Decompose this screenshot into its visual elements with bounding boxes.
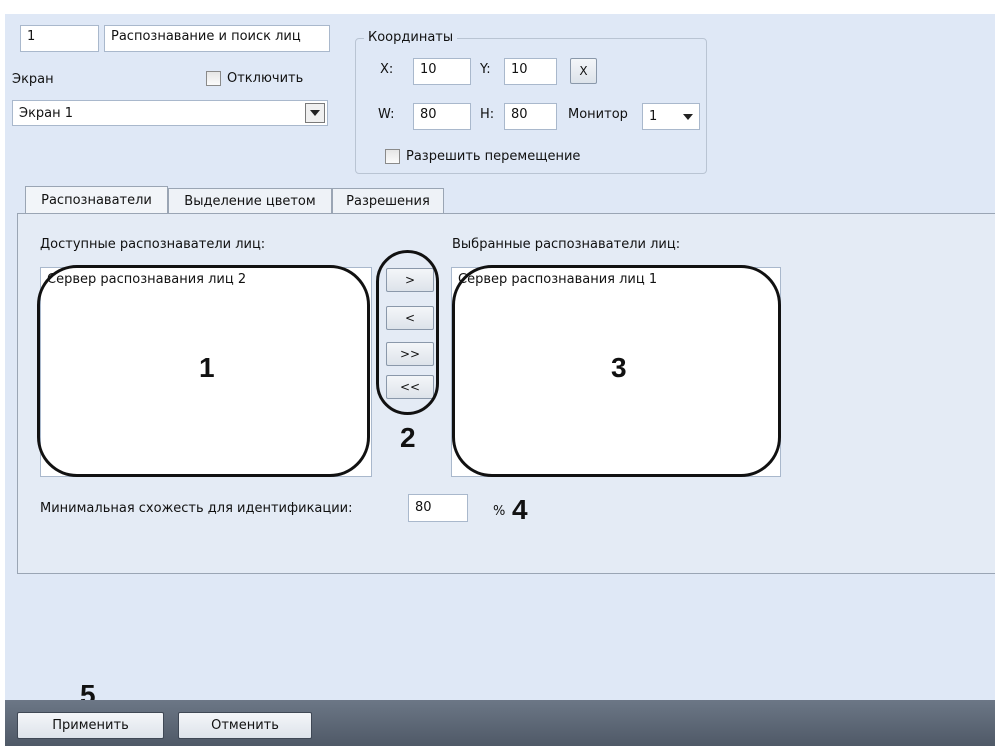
coordinates-title: Координаты bbox=[364, 30, 458, 45]
monitor-label: Монитор bbox=[568, 107, 628, 122]
percent-sign: % bbox=[493, 504, 506, 519]
allow-move-label: Разрешить перемещение bbox=[406, 149, 581, 164]
monitor-select-value: 1 bbox=[649, 109, 658, 124]
screen-select[interactable]: Экран 1 bbox=[12, 100, 328, 126]
tab-recognizers[interactable]: Распознаватели bbox=[25, 186, 168, 214]
list-item[interactable]: Сервер распознавания лиц 2 bbox=[47, 272, 365, 287]
monitor-select[interactable]: 1 bbox=[642, 103, 700, 130]
add-recognizer-button[interactable]: > bbox=[386, 268, 434, 292]
allow-move-checkbox[interactable]: Разрешить перемещение bbox=[385, 149, 580, 164]
available-recognizers-title: Доступные распознаватели лиц: bbox=[40, 237, 266, 252]
screen-select-value: Экран 1 bbox=[19, 105, 74, 121]
h-input[interactable]: 80 bbox=[504, 103, 557, 130]
object-name-field[interactable]: Распознавание и поиск лиц bbox=[104, 25, 330, 52]
disable-checkbox[interactable]: Отключить bbox=[206, 71, 303, 86]
list-item[interactable]: Сервер распознавания лиц 1 bbox=[458, 272, 774, 287]
dropdown-button[interactable] bbox=[305, 103, 325, 123]
add-all-recognizers-button[interactable]: >> bbox=[386, 342, 434, 366]
callout-number-1: 1 bbox=[199, 352, 215, 383]
similarity-input[interactable]: 80 bbox=[408, 494, 468, 522]
h-label: H: bbox=[480, 107, 495, 122]
y-input[interactable]: 10 bbox=[504, 58, 557, 85]
w-label: W: bbox=[378, 107, 395, 122]
callout-number-3: 3 bbox=[611, 352, 627, 383]
disable-checkbox-box[interactable] bbox=[206, 71, 221, 86]
selected-recognizers-title: Выбранные распознаватели лиц: bbox=[452, 237, 681, 252]
callout-number-2: 2 bbox=[400, 422, 416, 453]
tab-color-highlight[interactable]: Выделение цветом bbox=[168, 188, 332, 214]
x-label: X: bbox=[380, 62, 394, 77]
apply-button[interactable]: Применить bbox=[17, 712, 164, 739]
chevron-down-icon bbox=[683, 113, 693, 120]
clear-coordinates-button[interactable]: X bbox=[570, 58, 597, 84]
disable-label: Отключить bbox=[227, 71, 304, 86]
cancel-button[interactable]: Отменить bbox=[178, 712, 312, 739]
w-input[interactable]: 80 bbox=[413, 103, 471, 130]
tab-permissions[interactable]: Разрешения bbox=[332, 188, 444, 214]
x-input[interactable]: 10 bbox=[413, 58, 471, 85]
screen-label: Экран bbox=[12, 72, 54, 87]
remove-all-recognizers-button[interactable]: << bbox=[386, 375, 434, 399]
remove-recognizer-button[interactable]: < bbox=[386, 306, 434, 330]
y-label: Y: bbox=[480, 62, 491, 77]
object-id-field[interactable]: 1 bbox=[20, 25, 99, 52]
callout-number-4: 4 bbox=[512, 494, 528, 525]
chevron-down-icon bbox=[310, 110, 320, 116]
similarity-label: Минимальная схожесть для идентификации: bbox=[40, 501, 353, 516]
allow-move-checkbox-box[interactable] bbox=[385, 149, 400, 164]
